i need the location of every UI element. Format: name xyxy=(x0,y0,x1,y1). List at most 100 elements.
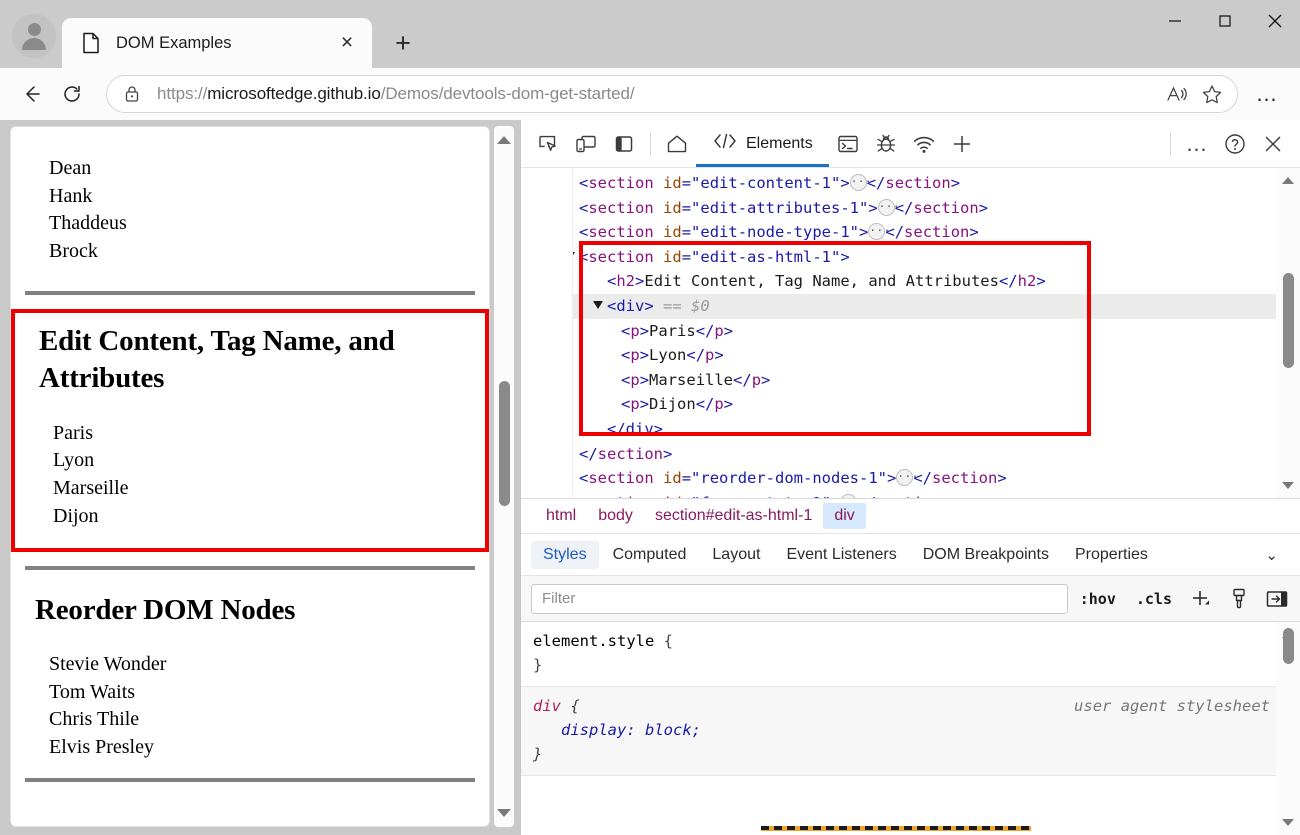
declaration-property[interactable]: display xyxy=(533,718,626,742)
device-emulation-icon[interactable] xyxy=(567,125,605,163)
close-window-button[interactable] xyxy=(1250,0,1300,42)
dock-side-icon[interactable] xyxy=(605,125,643,163)
toggle-sidebar-icon[interactable] xyxy=(1260,584,1294,614)
url-bar[interactable]: https://microsoftedge.github.io/Demos/de… xyxy=(106,75,1238,113)
dom-node-row[interactable]: •••<div> == $0 xyxy=(521,294,1300,319)
expand-children-badge[interactable]: ··· xyxy=(850,174,867,191)
dom-node-row[interactable]: <section id="reorder-dom-nodes-1">···</s… xyxy=(521,466,1300,491)
list-item: Brock xyxy=(25,238,475,266)
reload-button[interactable] xyxy=(52,74,92,114)
network-icon[interactable] xyxy=(905,125,943,163)
code-token: < xyxy=(579,469,588,487)
copy-styles-icon[interactable] xyxy=(1222,584,1256,614)
lock-icon xyxy=(121,85,143,103)
dom-node-row[interactable]: <p>Paris</p> xyxy=(521,319,1300,344)
breadcrumb-item-div[interactable]: div xyxy=(823,503,865,529)
style-rule-div[interactable]: div { user agent stylesheet display: blo… xyxy=(521,686,1300,776)
styles-scrollbar[interactable] xyxy=(1276,622,1300,835)
code-token: > xyxy=(644,297,653,315)
dom-node-row[interactable]: <section id="edit-as-html-1"> xyxy=(521,245,1300,270)
rule-selector[interactable]: div xyxy=(533,697,561,715)
dom-node-row[interactable]: </div> xyxy=(521,417,1300,442)
dom-node-row[interactable]: <p>Marseille</p> xyxy=(521,368,1300,393)
code-token: > xyxy=(654,420,663,438)
scroll-down-arrow-icon[interactable] xyxy=(497,809,511,817)
breadcrumb-item-body[interactable]: body xyxy=(587,503,644,529)
browser-settings-more-button[interactable]: … xyxy=(1246,74,1288,114)
scroll-down-arrow-icon[interactable] xyxy=(1282,482,1294,489)
maximize-button[interactable] xyxy=(1200,0,1250,42)
page-scrollbar[interactable] xyxy=(494,126,514,827)
minimize-button[interactable] xyxy=(1150,0,1200,42)
tab-dom-breakpoints[interactable]: DOM Breakpoints xyxy=(911,541,1061,569)
resize-handle-indicator[interactable] xyxy=(761,826,1031,831)
scrollbar-thumb[interactable] xyxy=(1283,628,1294,664)
dom-node-row[interactable]: <h2>Edit Content, Tag Name, and Attribut… xyxy=(521,269,1300,294)
dom-node-row[interactable]: <section id="edit-node-type-1">···</sect… xyxy=(521,220,1300,245)
dom-node-row[interactable]: <p>Dijon</p> xyxy=(521,392,1300,417)
expand-children-badge[interactable]: ··· xyxy=(878,199,895,216)
code-token: > xyxy=(724,395,733,413)
add-tool-button[interactable] xyxy=(943,125,981,163)
profile-avatar[interactable] xyxy=(12,14,56,58)
breadcrumb[interactable]: htmlbodysection#edit-as-html-1div xyxy=(521,498,1300,534)
scroll-down-arrow-icon[interactable] xyxy=(1282,819,1294,826)
declaration-value[interactable]: block; xyxy=(645,721,701,739)
back-button[interactable] xyxy=(12,74,52,114)
expand-children-badge[interactable]: ··· xyxy=(896,469,913,486)
dom-node-row[interactable]: <section id="edit-attributes-1">···</sec… xyxy=(521,196,1300,221)
close-icon[interactable]: × xyxy=(332,28,362,58)
read-aloud-icon[interactable] xyxy=(1161,77,1195,111)
help-icon[interactable] xyxy=(1216,125,1254,163)
chevron-down-icon[interactable]: ⌄ xyxy=(1253,546,1290,564)
declaration[interactable]: display: block; xyxy=(533,718,1288,742)
tab-computed[interactable]: Computed xyxy=(601,541,699,569)
scroll-up-arrow-icon[interactable] xyxy=(1282,177,1294,184)
dom-node-row[interactable]: <section id="edit-content-1">···</sectio… xyxy=(521,171,1300,196)
expand-children-badge[interactable]: ··· xyxy=(868,223,885,240)
new-tab-button[interactable]: + xyxy=(384,24,422,62)
filter-input[interactable] xyxy=(531,584,1068,614)
star-icon[interactable] xyxy=(1195,77,1229,111)
scrollbar-thumb[interactable] xyxy=(1283,273,1294,368)
expand-children-badge[interactable]: ··· xyxy=(840,494,857,498)
breadcrumb-item-html[interactable]: html xyxy=(535,503,587,529)
new-style-rule-icon[interactable] xyxy=(1184,584,1218,614)
scrollbar-thumb[interactable] xyxy=(499,381,510,506)
dom-node-row[interactable]: </section> xyxy=(521,442,1300,467)
scroll-up-arrow-icon[interactable] xyxy=(497,136,511,144)
more-tools-icon[interactable]: … xyxy=(1178,125,1216,163)
url-text: https://microsoftedge.github.io/Demos/de… xyxy=(157,84,1161,104)
hov-toggle-button[interactable]: :hov xyxy=(1072,586,1124,612)
tab-properties[interactable]: Properties xyxy=(1063,541,1160,569)
rule-selector[interactable]: element.style xyxy=(533,632,654,650)
rule-open-brace: { xyxy=(664,632,673,650)
tab-event-listeners[interactable]: Event Listeners xyxy=(774,541,908,569)
tab-layout[interactable]: Layout xyxy=(700,541,772,569)
tab-elements[interactable]: Elements xyxy=(696,121,829,167)
browser-tab-dom-examples[interactable]: DOM Examples × xyxy=(62,18,372,68)
code-token: < xyxy=(621,322,630,340)
code-token: = xyxy=(682,494,691,498)
console-icon[interactable] xyxy=(829,125,867,163)
close-devtools-icon[interactable] xyxy=(1254,125,1292,163)
cls-toggle-button[interactable]: .cls xyxy=(1128,586,1180,612)
home-icon[interactable] xyxy=(658,125,696,163)
dom-tree-scrollbar[interactable] xyxy=(1276,168,1300,498)
code-token: id xyxy=(663,199,682,217)
style-rule-element-style[interactable]: element.style { } xyxy=(521,622,1300,686)
dom-tree[interactable]: <section id="edit-content-1">···</sectio… xyxy=(521,168,1300,498)
bug-icon[interactable] xyxy=(867,125,905,163)
dom-node-row[interactable]: <p>Lyon</p> xyxy=(521,343,1300,368)
styles-pane-tabs[interactable]: StylesComputedLayoutEvent ListenersDOM B… xyxy=(521,534,1300,576)
dom-tree-rows[interactable]: <section id="edit-content-1">···</sectio… xyxy=(521,171,1300,498)
tab-styles[interactable]: Styles xyxy=(531,541,599,569)
code-token: </ xyxy=(999,272,1018,290)
code-token xyxy=(654,174,663,192)
inspect-element-icon[interactable] xyxy=(529,125,567,163)
dom-node-row[interactable]: <section id="focus-state-1">···</section… xyxy=(521,491,1300,498)
toolbar-divider xyxy=(650,132,651,156)
breadcrumb-item-section-edit-as-html-1[interactable]: section#edit-as-html-1 xyxy=(644,503,823,529)
styles-rules[interactable]: element.style { } div { user agent style… xyxy=(521,622,1300,835)
collapse-triangle-icon[interactable] xyxy=(593,301,603,309)
